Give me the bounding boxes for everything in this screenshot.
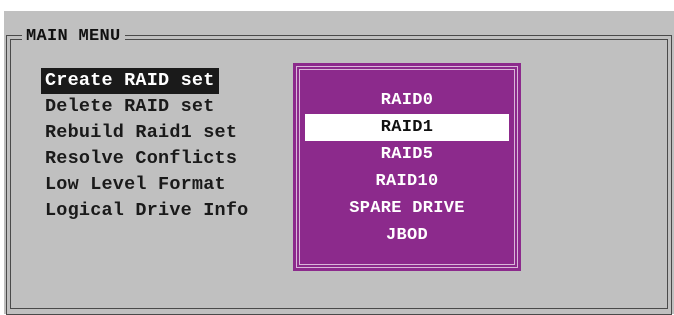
raid-option-raid5[interactable]: RAID5 <box>293 141 521 168</box>
menu-item-label: Create RAID set <box>41 68 219 94</box>
raid-option-raid1[interactable]: RAID1 <box>305 114 509 141</box>
menu-item-resolve-conflicts[interactable]: Resolve Conflicts <box>41 146 252 172</box>
raid-level-popup: RAID0 RAID1 RAID5 RAID10 SPARE DRIVE JBO… <box>293 63 521 271</box>
menu-item-delete-raid-set[interactable]: Delete RAID set <box>41 94 252 120</box>
main-menu-list: Create RAID set Delete RAID set Rebuild … <box>41 68 252 224</box>
menu-item-low-level-format[interactable]: Low Level Format <box>41 172 252 198</box>
raid-option-spare-drive[interactable]: SPARE DRIVE <box>293 195 521 222</box>
bios-raid-panel: MAIN MENU Create RAID set Delete RAID se… <box>4 11 674 315</box>
menu-item-create-raid-set[interactable]: Create RAID set <box>41 68 252 94</box>
menu-item-logical-drive-info[interactable]: Logical Drive Info <box>41 198 252 224</box>
raid-option-raid0[interactable]: RAID0 <box>293 87 521 114</box>
raid-option-jbod[interactable]: JBOD <box>293 222 521 249</box>
raid-level-list: RAID0 RAID1 RAID5 RAID10 SPARE DRIVE JBO… <box>293 87 521 249</box>
main-menu-title: MAIN MENU <box>22 27 125 47</box>
menu-item-rebuild-raid1-set[interactable]: Rebuild Raid1 set <box>41 120 252 146</box>
raid-option-raid10[interactable]: RAID10 <box>293 168 521 195</box>
